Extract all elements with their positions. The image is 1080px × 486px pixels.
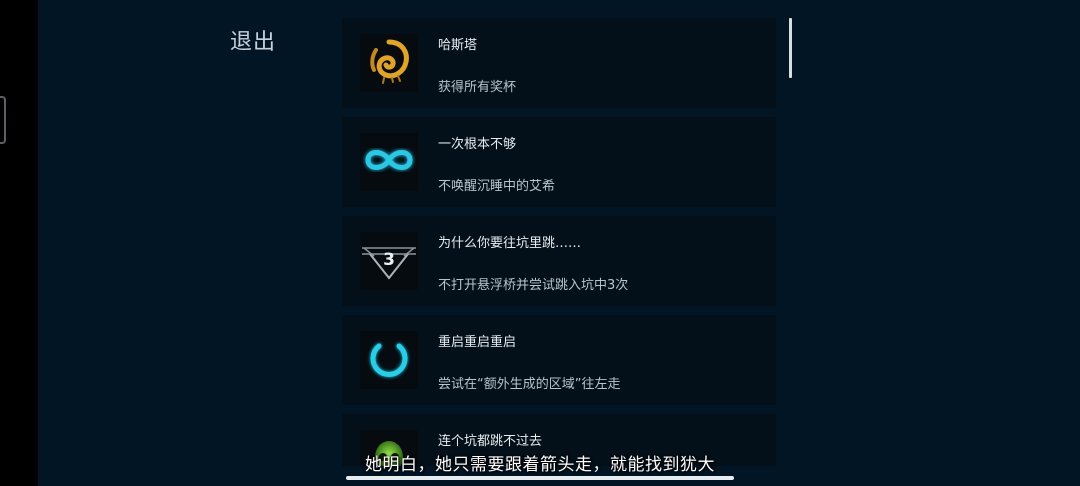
achievement-icon-frame	[360, 133, 418, 191]
achievement-list[interactable]: 哈斯塔 获得所有奖杯 一次根本不够 不唤醒沉睡中的艾希 3 为什么你要往坑里跳……	[342, 18, 776, 475]
pit-three-icon: 3	[360, 232, 418, 290]
achievement-description: 不打开悬浮桥并尝试跳入坑中3次	[438, 278, 629, 293]
achievement-title: 连个坑都跳不过去	[438, 434, 543, 449]
side-button	[0, 96, 6, 144]
power-icon	[363, 332, 415, 388]
pit-counter-label: 3	[383, 250, 395, 270]
achievement-title: 重启重启重启	[438, 335, 517, 350]
achievement-icon-frame	[360, 34, 418, 92]
achievement-card[interactable]: 哈斯塔 获得所有奖杯	[342, 18, 776, 108]
achievement-card[interactable]: 一次根本不够 不唤醒沉睡中的艾希	[342, 117, 776, 207]
achievement-description: 获得所有奖杯	[438, 80, 517, 95]
achievement-card[interactable]: 重启重启重启 尝试在“额外生成的区域”往左走	[342, 315, 776, 405]
achievement-description: 不唤醒沉睡中的艾希	[438, 179, 556, 194]
home-indicator[interactable]	[346, 476, 734, 480]
achievement-card[interactable]: 3 为什么你要往坑里跳…… 不打开悬浮桥并尝试跳入坑中3次	[342, 216, 776, 306]
scrollbar-thumb[interactable]	[789, 18, 792, 78]
infinity-icon	[360, 140, 418, 184]
achievement-description: 尝试在“额外生成的区域”往左走	[438, 377, 621, 392]
achievement-icon-frame: 3	[360, 232, 418, 290]
exit-button[interactable]: 退出	[230, 24, 276, 56]
achievement-title: 哈斯塔	[438, 38, 478, 53]
device-bezel	[0, 0, 38, 486]
achievement-icon-frame	[360, 331, 418, 389]
achievement-title: 为什么你要往坑里跳……	[438, 236, 582, 251]
game-screen: 退出 哈斯塔 获得所有奖杯 一次根本不够 不唤醒沉睡中的艾希 3 为什么你要往坑…	[0, 0, 1080, 486]
dialogue-subtitle: 她明白，她只需要跟着箭头走，就能找到犹大	[365, 455, 715, 475]
achievement-title: 一次根本不够	[438, 137, 517, 152]
gold-swirl-icon	[364, 36, 414, 90]
